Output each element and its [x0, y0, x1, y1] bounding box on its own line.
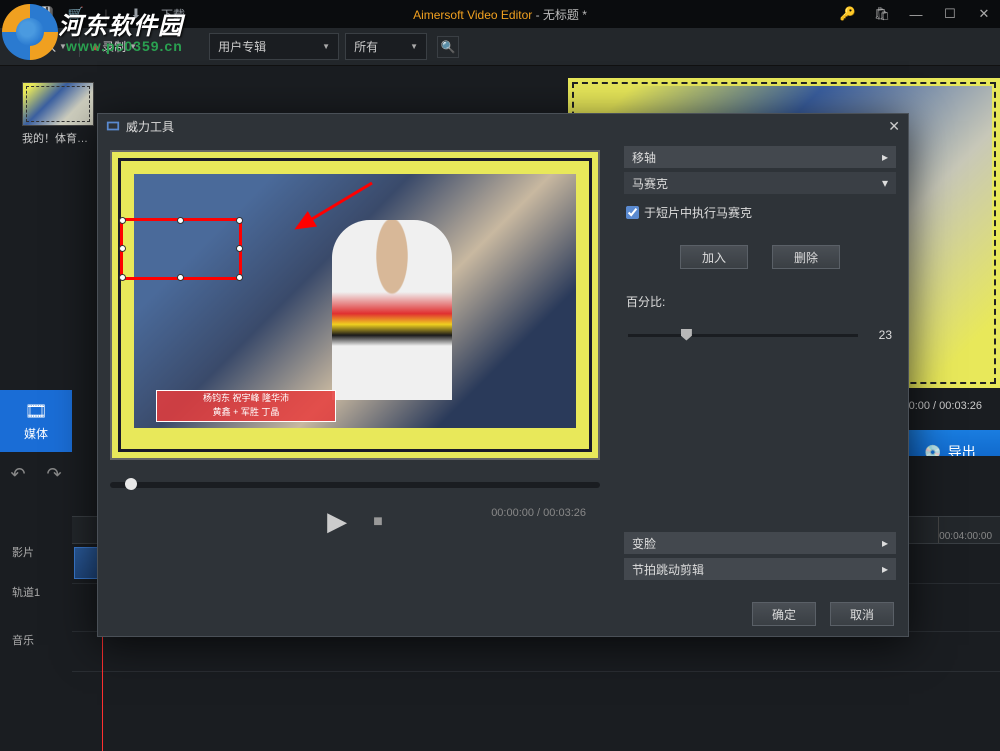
delete-button[interactable]: 删除: [772, 245, 840, 269]
dialog-title: 威力工具: [126, 118, 174, 135]
shop-icon[interactable]: 🛍: [874, 6, 890, 22]
app-name: Aimersoft Video Editor: [413, 8, 532, 22]
record-button[interactable]: ●录制▼: [86, 34, 143, 59]
option-tilt-shift[interactable]: 移轴 ▸: [624, 146, 896, 168]
redo-button[interactable]: ↷: [46, 464, 61, 485]
resize-handle-se[interactable]: [236, 274, 243, 281]
search-icon: 🔍: [441, 40, 456, 54]
undo-redo-bar: ↶ ↷: [0, 456, 72, 492]
percent-slider[interactable]: [628, 334, 858, 337]
play-button[interactable]: ▶: [327, 506, 347, 537]
chevron-down-icon: ▾: [882, 176, 888, 190]
mosaic-selection-rect[interactable]: [120, 218, 242, 280]
track-label-1: 轨道1: [12, 584, 40, 600]
window-title: Aimersoft Video Editor - 无标题 *: [413, 6, 587, 23]
chevron-right-icon: ▸: [882, 562, 888, 576]
percent-label: 百分比:: [626, 293, 894, 310]
menu-icon[interactable]: ≡: [8, 6, 24, 22]
ruler-tick: 00:04:00:00: [938, 517, 992, 543]
left-tabs: 🎞 媒体: [0, 390, 72, 452]
search-button[interactable]: 🔍: [437, 36, 459, 58]
stop-button[interactable]: ■: [373, 513, 383, 531]
chevron-down-icon: ▼: [322, 42, 330, 51]
doc-name: - 无标题 *: [532, 8, 587, 22]
filter-dropdown-label: 所有: [354, 38, 378, 55]
mosaic-checkbox-label: 于短片中执行马赛克: [644, 204, 752, 221]
title-bar: ≡ 💾 🛒 | ⬇ 下载 Aimersoft Video Editor - 无标…: [0, 0, 1000, 28]
dialog-titlebar: 威力工具 ✕: [98, 114, 908, 138]
option-beat-edit-label: 节拍跳动剪辑: [632, 561, 704, 578]
resize-handle-n[interactable]: [177, 217, 184, 224]
download-label[interactable]: 下载: [161, 6, 185, 23]
seek-bar[interactable]: [110, 482, 600, 488]
option-face-swap-label: 变脸: [632, 535, 656, 552]
chevron-right-icon: ▸: [882, 150, 888, 164]
separator: [79, 37, 80, 57]
chevron-down-icon: ▼: [410, 42, 418, 51]
album-dropdown-label: 用户专辑: [218, 38, 266, 55]
playback-controls: ▶ ■ 00:00:00 / 00:03:26: [110, 506, 600, 537]
option-tilt-shift-label: 移轴: [632, 149, 656, 166]
video-content: [332, 220, 452, 400]
track-row-music[interactable]: 音乐: [72, 632, 1000, 672]
caption-line-2: 黄鑫 + 军胜 丁晶: [157, 405, 335, 419]
import-icon: 📁: [14, 40, 29, 54]
minimize-button[interactable]: —: [908, 6, 924, 22]
add-button[interactable]: 加入: [680, 245, 748, 269]
ok-button[interactable]: 确定: [752, 602, 816, 626]
resize-handle-s[interactable]: [177, 274, 184, 281]
divider: |: [98, 6, 114, 22]
cart-icon[interactable]: 🛒: [68, 6, 84, 22]
dialog-close-button[interactable]: ✕: [888, 118, 900, 135]
slider-thumb[interactable]: [681, 329, 692, 341]
media-thumbnail[interactable]: 我的！体育老...: [22, 82, 94, 146]
save-icon[interactable]: 💾: [38, 6, 54, 22]
track-label-music: 音乐: [12, 632, 34, 648]
import-button[interactable]: 📁导入▼: [8, 34, 73, 59]
media-tab[interactable]: 🎞 媒体: [0, 390, 72, 452]
percent-value: 23: [868, 328, 892, 342]
track-label-movie: 影片: [12, 544, 34, 560]
option-mosaic[interactable]: 马赛克 ▾: [624, 172, 896, 194]
caption-line-1: 杨钧东 祝宇峰 隆华沛: [157, 391, 335, 405]
option-beat-edit[interactable]: 节拍跳动剪辑 ▸: [624, 558, 896, 580]
resize-handle-sw[interactable]: [119, 274, 126, 281]
album-dropdown[interactable]: 用户专辑 ▼: [209, 33, 339, 60]
media-tab-label: 媒体: [24, 425, 48, 442]
video-caption: 杨钧东 祝宇峰 隆华沛 黄鑫 + 军胜 丁晶: [156, 390, 336, 422]
dialog-footer: 确定 取消: [752, 602, 894, 626]
seek-thumb[interactable]: [125, 478, 137, 490]
record-label: 录制: [102, 38, 126, 55]
power-tools-dialog: 威力工具 ✕ 杨钧东 祝宇峰 隆华沛 黄鑫 + 军胜 丁晶: [97, 113, 909, 637]
cancel-button[interactable]: 取消: [830, 602, 894, 626]
undo-button[interactable]: ↶: [10, 464, 25, 485]
thumbnail-label: 我的！体育老...: [22, 130, 94, 146]
resize-handle-ne[interactable]: [236, 217, 243, 224]
option-face-swap[interactable]: 变脸 ▸: [624, 532, 896, 554]
playback-timecode: 00:00:00 / 00:03:26: [491, 507, 586, 519]
resize-handle-nw[interactable]: [119, 217, 126, 224]
maximize-button[interactable]: ☐: [942, 6, 958, 22]
filter-dropdown[interactable]: 所有 ▼: [345, 33, 427, 60]
media-icon: 🎞: [25, 401, 48, 422]
import-label: 导入: [32, 38, 56, 55]
close-button[interactable]: ✕: [976, 6, 992, 22]
resize-handle-e[interactable]: [236, 245, 243, 252]
option-mosaic-label: 马赛克: [632, 175, 668, 192]
video-preview[interactable]: 杨钧东 祝宇峰 隆华沛 黄鑫 + 军胜 丁晶: [110, 150, 600, 460]
download-icon[interactable]: ⬇: [128, 6, 144, 22]
record-icon: ●: [92, 40, 99, 54]
dialog-icon: [106, 119, 120, 133]
chevron-right-icon: ▸: [882, 536, 888, 550]
mosaic-checkbox[interactable]: [626, 206, 639, 219]
mosaic-checkbox-row[interactable]: 于短片中执行马赛克: [626, 204, 894, 221]
library-toolbar: 📁导入▼ ●录制▼ 用户专辑 ▼ 所有 ▼ 🔍: [0, 28, 1000, 66]
dialog-options-pane: 移轴 ▸ 马赛克 ▾ 于短片中执行马赛克 加入 删除 百分比: 23 变脸 ▸ 节拍跳…: [612, 138, 908, 636]
thumbnail-image: [22, 82, 94, 126]
dialog-preview-pane: 杨钧东 祝宇峰 隆华沛 黄鑫 + 军胜 丁晶: [98, 138, 612, 636]
key-icon[interactable]: 🔑: [840, 6, 856, 22]
resize-handle-w[interactable]: [119, 245, 126, 252]
